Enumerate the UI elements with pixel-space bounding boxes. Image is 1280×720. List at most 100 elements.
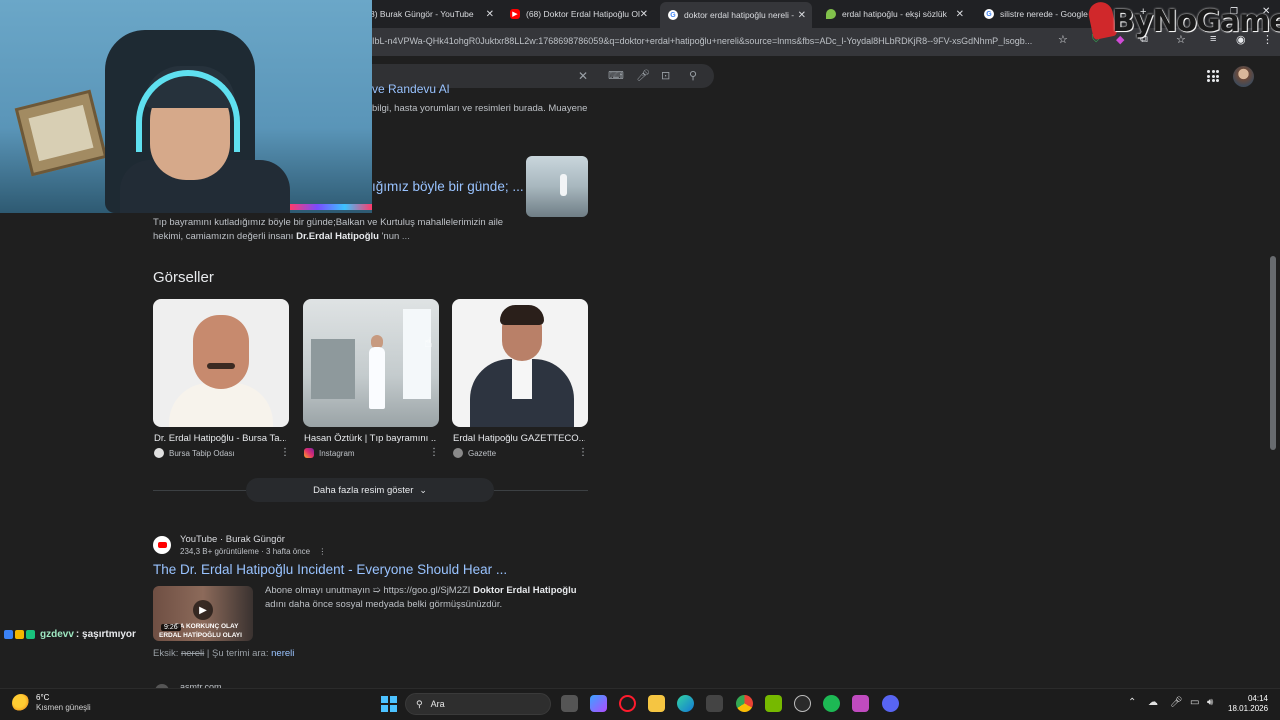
tray-overflow-icon[interactable]: ⌃ bbox=[1128, 697, 1136, 708]
more-options-icon[interactable]: ⋮ bbox=[578, 447, 588, 458]
result-title[interactable]: ığımız böyle bir günde; ... bbox=[372, 179, 524, 194]
clock[interactable]: 04:14 18.01.2026 bbox=[1228, 694, 1268, 714]
show-more-images-button[interactable]: Daha fazla resim göster ⌄ bbox=[246, 478, 494, 502]
youtube-icon bbox=[153, 536, 171, 554]
close-tab-icon[interactable]: ✕ bbox=[640, 9, 648, 20]
missing-label: | Şu terimi ara: bbox=[204, 648, 272, 659]
video-thumbnail[interactable]: ▶ DA KORKUNÇ OLAY ERDAL HATİPOĞLU OLAYI … bbox=[153, 586, 253, 641]
close-tab-icon[interactable]: ✕ bbox=[486, 9, 494, 20]
image-result-2[interactable] bbox=[303, 299, 439, 427]
search-icon[interactable]: ⚲ bbox=[689, 69, 697, 82]
url-field[interactable]: IbL-n4VPWa-QHk41ohgR0Juktxr88LL2w:176869… bbox=[372, 36, 1052, 46]
play-icon: ▶ bbox=[193, 600, 213, 620]
tab-google-silistre[interactable]: G silistre nerede - Google bbox=[976, 3, 1094, 25]
image-caption[interactable]: Dr. Erdal Hatipoğlu - Bursa Ta... bbox=[154, 433, 286, 444]
copilot-icon[interactable] bbox=[590, 695, 607, 712]
chat-text: : şaşırtmıyor bbox=[75, 629, 136, 640]
chrome-icon[interactable] bbox=[736, 695, 753, 712]
tab-label: 8) Burak Güngör - YouTube bbox=[370, 9, 474, 19]
bookmark-star-icon[interactable]: ☆ bbox=[1058, 33, 1068, 46]
video-snippet: Abone olmayı unutmayın ➯ https://goo.gl/… bbox=[265, 584, 577, 612]
store-icon[interactable] bbox=[706, 695, 723, 712]
tab-google-active[interactable]: G doktor erdal hatipoğlu nereli - ✕ bbox=[660, 2, 812, 28]
cloud-icon[interactable]: ☁ bbox=[1148, 697, 1158, 708]
result-snippet: Tıp bayramını kutladığımız böyle bir gün… bbox=[153, 216, 503, 244]
snippet-line: hekimi, camiamızın değerli insanı Dr.Erd… bbox=[153, 230, 503, 244]
image-source: Instagram bbox=[304, 448, 355, 458]
obs-icon[interactable] bbox=[794, 695, 811, 712]
image-result-3[interactable] bbox=[452, 299, 588, 427]
badge-icon bbox=[15, 630, 24, 639]
opera-icon[interactable] bbox=[619, 695, 636, 712]
badge-icon bbox=[4, 630, 13, 639]
tab-youtube-burak[interactable]: 8) Burak Güngör - YouTube ✕ bbox=[362, 3, 500, 25]
weather-widget[interactable]: 6°C Kısmen güneşli bbox=[12, 693, 91, 713]
microphone-icon[interactable]: 🎤︎ bbox=[636, 69, 650, 82]
divider bbox=[153, 490, 246, 491]
taskbar-search[interactable]: ⚲ Ara bbox=[405, 693, 551, 715]
google-icon: G bbox=[668, 10, 678, 20]
file-explorer-icon[interactable] bbox=[648, 695, 665, 712]
apps-grid-icon[interactable] bbox=[1207, 70, 1219, 82]
lens-icon[interactable]: ⊡ bbox=[661, 69, 670, 82]
discord-icon[interactable] bbox=[882, 695, 899, 712]
video-source[interactable]: YouTube · Burak Güngör bbox=[180, 534, 285, 545]
missing-label: Eksik: bbox=[153, 648, 181, 659]
taskbar bbox=[0, 688, 1280, 720]
search-icon: ⚲ bbox=[416, 698, 423, 709]
gazette-favicon-icon bbox=[453, 448, 463, 458]
volume-icon[interactable]: 🔊︎ bbox=[1207, 697, 1213, 708]
more-options-icon[interactable]: ⋮ bbox=[429, 447, 439, 458]
source-label: Gazette bbox=[468, 448, 497, 458]
keyboard-icon[interactable]: ⌨ bbox=[608, 69, 624, 82]
snippet-line: Tıp bayramını kutladığımız böyle bir gün… bbox=[153, 217, 504, 228]
nvidia-icon[interactable] bbox=[765, 695, 782, 712]
microphone-icon[interactable]: 🎤︎ bbox=[1170, 697, 1183, 708]
eksi-icon bbox=[826, 9, 836, 19]
snippet-ellipsis: ... bbox=[401, 231, 410, 242]
video-title[interactable]: The Dr. Erdal Hatipoğlu Incident - Every… bbox=[153, 562, 507, 577]
snippet-line: adını daha önce sosyal medyada belki gör… bbox=[265, 599, 503, 610]
weather-sun-icon bbox=[12, 694, 30, 712]
close-tab-icon[interactable]: ✕ bbox=[798, 10, 806, 21]
task-view-icon[interactable] bbox=[561, 695, 578, 712]
chevron-down-icon: ⌄ bbox=[419, 484, 427, 495]
thumbnail-caption: DA KORKUNÇ OLAY bbox=[175, 623, 239, 630]
close-tab-icon[interactable]: ✕ bbox=[956, 9, 964, 20]
network-icon[interactable]: ▭ bbox=[1190, 697, 1199, 708]
video-duration: 9:26 bbox=[161, 624, 181, 631]
image-result-1[interactable] bbox=[153, 299, 289, 427]
site-favicon-icon bbox=[154, 448, 164, 458]
more-options-icon[interactable]: ⋮ bbox=[280, 447, 290, 458]
image-source: Gazette bbox=[453, 448, 496, 458]
app-icon[interactable] bbox=[852, 695, 869, 712]
clear-search-icon[interactable]: ✕ bbox=[578, 69, 588, 83]
scrollbar[interactable] bbox=[1270, 256, 1276, 450]
image-source: Bursa Tabip Odası bbox=[154, 448, 235, 458]
edge-icon[interactable] bbox=[677, 695, 694, 712]
image-caption[interactable]: Erdal Hatipoğlu GAZETTECO... bbox=[453, 433, 585, 444]
tab-youtube-doktor[interactable]: ▶ (68) Doktor Erdal Hatipoğlu Ol ✕ bbox=[502, 3, 654, 25]
instagram-icon bbox=[304, 448, 314, 458]
missing-terms: Eksik: nereli | Şu terimi ara: nereli bbox=[153, 648, 294, 659]
result-title-partial[interactable]: ve Randevu Al bbox=[372, 82, 449, 96]
search-term-link[interactable]: nereli bbox=[271, 648, 294, 659]
result-thumbnail[interactable] bbox=[526, 156, 588, 217]
image-caption[interactable]: Hasan Öztürk | Tıp bayramını ... bbox=[304, 433, 436, 444]
snippet-text: Abone olmayı unutmayın ➯ https://goo.gl/… bbox=[265, 585, 474, 596]
tab-label: doktor erdal hatipoğlu nereli - bbox=[684, 10, 795, 20]
result-snippet-partial: bilgi, hasta yorumları ve resimleri bura… bbox=[372, 103, 588, 114]
source-label: Instagram bbox=[319, 448, 355, 458]
more-options-icon[interactable]: ⋮ bbox=[318, 547, 326, 556]
tab-label: (68) Doktor Erdal Hatipoğlu Ol bbox=[526, 9, 640, 19]
bynogame-logo: ByNoGame bbox=[1112, 4, 1280, 39]
start-button[interactable] bbox=[381, 696, 397, 712]
spotify-icon[interactable] bbox=[823, 695, 840, 712]
tab-eksi[interactable]: erdal hatipoğlu - ekşi sözlük ✕ bbox=[818, 3, 970, 25]
thumbnail-caption: ERDAL HATİPOĞLU OLAYI bbox=[159, 632, 242, 639]
hand-cursor-icon: ☝ bbox=[424, 334, 433, 350]
stream-chat-message: gzdevv : şaşırtmıyor bbox=[4, 629, 136, 640]
chat-username: gzdevv bbox=[40, 629, 74, 640]
avatar[interactable] bbox=[1233, 66, 1254, 87]
divider bbox=[494, 490, 588, 491]
